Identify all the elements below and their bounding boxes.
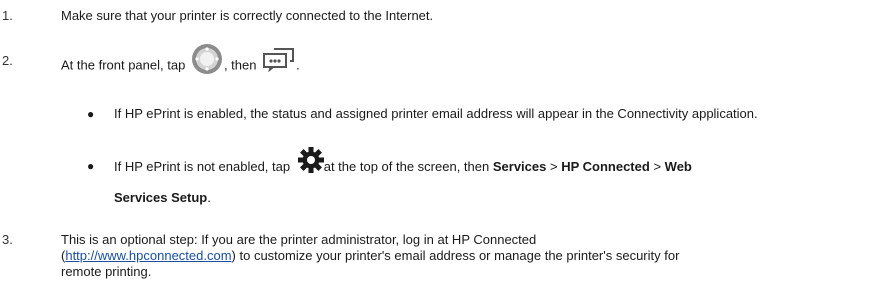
separator: > bbox=[653, 159, 662, 174]
hp-connected-label: HP Connected bbox=[561, 159, 650, 174]
bullet-marker: ● bbox=[87, 159, 95, 173]
step-number: 1. bbox=[2, 8, 13, 23]
bullet-marker: ● bbox=[87, 107, 95, 121]
step-text-middle: , then bbox=[223, 57, 257, 73]
bullet-text-before: If HP ePrint is not enabled, tap bbox=[114, 159, 291, 174]
step-number: 3. bbox=[2, 232, 13, 247]
separator: > bbox=[549, 159, 558, 174]
step-text-after: . bbox=[296, 57, 300, 73]
bullet-end: . bbox=[207, 189, 211, 205]
bullet-text: If HP ePrint is enabled, the status and … bbox=[114, 106, 758, 121]
bullet-text-middle: at the top of the screen, then bbox=[323, 159, 490, 174]
hpconnected-link[interactable]: http://www.hpconnected.com bbox=[65, 248, 231, 263]
gear-icon bbox=[297, 146, 324, 183]
step-text: This is an optional step: If you are the… bbox=[61, 232, 681, 280]
connectivity-icon bbox=[191, 43, 223, 79]
services-label: Services bbox=[492, 159, 547, 174]
web-label: Web bbox=[664, 159, 692, 174]
chat-bubbles-icon bbox=[262, 46, 296, 76]
bullet-text: If HP ePrint is not enabled, tap at the … bbox=[114, 146, 854, 212]
step-text-before: At the front panel, tap bbox=[61, 57, 186, 73]
step-number: 2. bbox=[2, 53, 13, 68]
step-text: At the front panel, tap , then . bbox=[61, 44, 862, 79]
step-text: Make sure that your printer is correctly… bbox=[61, 8, 434, 23]
services-setup-label: Services Setup bbox=[114, 189, 208, 205]
